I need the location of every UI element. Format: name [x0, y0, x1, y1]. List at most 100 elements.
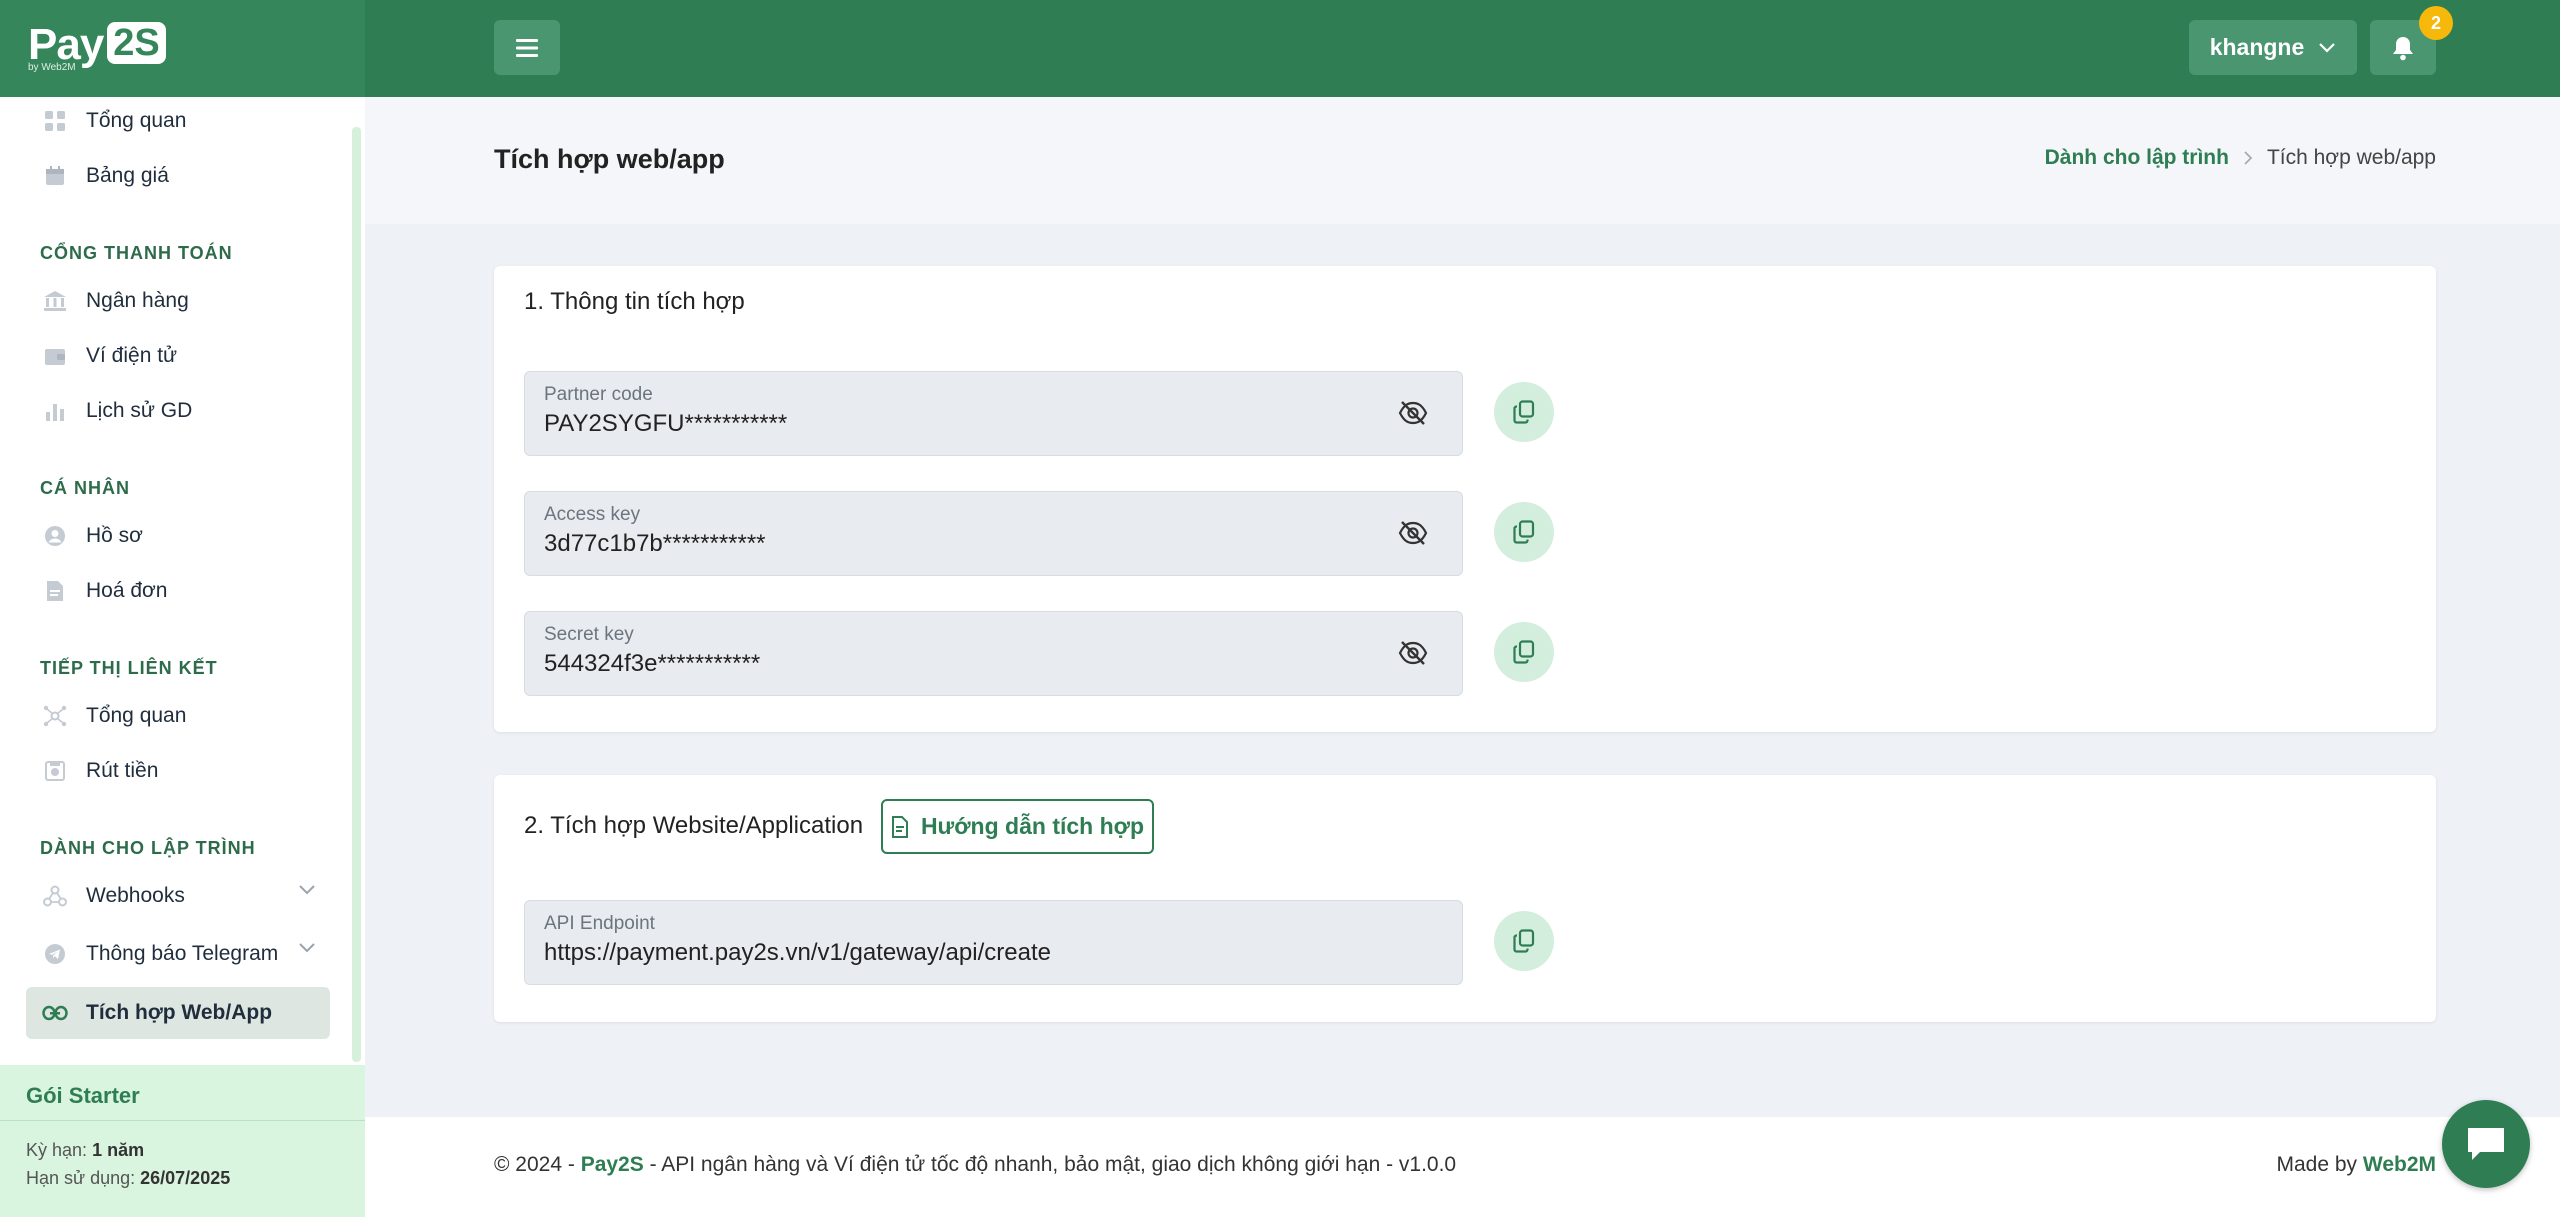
sidebar-item-ewallet[interactable]: Ví điện tử — [26, 330, 330, 382]
access-key-field[interactable]: Access key 3d77c1b7b*********** — [524, 491, 1463, 576]
sidebar-item-pricing[interactable]: Bảng giá — [26, 150, 330, 202]
sidebar-item-label: Rút tiền — [86, 759, 159, 782]
website-integration-title: 2. Tích hợp Website/Application — [524, 812, 864, 839]
footer-text: - API ngân hàng và Ví điện tử tốc độ nha… — [643, 1153, 1457, 1176]
footer-copyright: © 2024 - Pay2S - API ngân hàng và Ví điệ… — [494, 1153, 1456, 1177]
copy-icon — [1513, 640, 1535, 664]
field-label: API Endpoint — [544, 913, 655, 934]
sidebar-item-web-app-integration[interactable]: Tích hợp Web/App — [26, 987, 330, 1039]
bell-icon — [2393, 36, 2413, 60]
sidebar-item-telegram[interactable]: Thông báo Telegram — [26, 928, 330, 980]
copy-icon — [1513, 520, 1535, 544]
breadcrumb: Dành cho lập trình Tích hợp web/app — [2045, 146, 2436, 170]
sidebar-item-label: Lịch sử GD — [86, 399, 193, 422]
breadcrumb-parent-link[interactable]: Dành cho lập trình — [2045, 146, 2229, 170]
copy-api-endpoint-button[interactable] — [1494, 911, 1554, 971]
menu-toggle-button[interactable] — [494, 20, 560, 75]
plan-term: Kỳ hạn: 1 năm — [26, 1140, 144, 1161]
breadcrumb-current: Tích hợp web/app — [2266, 146, 2436, 169]
calendar-icon — [42, 163, 68, 189]
document-icon — [891, 815, 908, 838]
made-by-brand-link[interactable]: Web2M — [2363, 1153, 2436, 1176]
wallet-icon — [42, 343, 68, 369]
field-label: Secret key — [544, 624, 634, 645]
sidebar-item-profile[interactable]: Hồ sơ — [26, 510, 330, 562]
eye-off-icon[interactable] — [1398, 639, 1428, 667]
footer-made-by: Made by Web2M — [2276, 1153, 2436, 1177]
sidebar-item-label: Tích hợp Web/App — [86, 1001, 273, 1024]
footer-brand-link[interactable]: Pay2S — [581, 1153, 644, 1176]
plan-expiry-label: Hạn sử dụng: — [26, 1168, 136, 1188]
field-label: Partner code — [544, 384, 653, 405]
sidebar-scrollbar[interactable] — [352, 127, 361, 1062]
integration-guide-button[interactable]: Hướng dẫn tích hợp — [881, 799, 1154, 854]
plan-divider — [0, 1120, 365, 1121]
pay2s-logo[interactable]: Pay 2S by Web2M — [28, 22, 166, 73]
field-label: Access key — [544, 504, 641, 525]
plan-title: Gói Starter — [26, 1083, 140, 1108]
copy-partner-code-button[interactable] — [1494, 382, 1554, 442]
chat-icon — [2468, 1128, 2504, 1160]
user-circle-icon — [42, 523, 68, 549]
partner-code-field[interactable]: Partner code PAY2SYGFU*********** — [524, 371, 1463, 456]
sidebar-item-label: Tổng quan — [86, 704, 187, 727]
guide-button-label: Hướng dẫn tích hợp — [920, 813, 1145, 839]
integration-info-title: 1. Thông tin tích hợp — [524, 288, 745, 315]
copy-icon — [1513, 929, 1535, 953]
logo-subtitle: by Web2M — [28, 62, 76, 73]
field-value: 544324f3e*********** — [544, 650, 761, 677]
sidebar-section-developers: DÀNH CHO LẬP TRÌNH — [40, 838, 256, 858]
integration-info-card: 1. Thông tin tích hợp Partner code PAY2S… — [494, 266, 2436, 732]
sidebar-item-label: Tổng quan — [86, 109, 187, 132]
sidebar-item-label: Bảng giá — [86, 164, 169, 187]
field-value: 3d77c1b7b*********** — [544, 530, 766, 557]
chevron-down-icon — [299, 943, 315, 953]
api-endpoint-field[interactable]: API Endpoint https://payment.pay2s.vn/v1… — [524, 900, 1463, 985]
page-title: Tích hợp web/app — [494, 144, 725, 174]
sidebar-section-personal: CÁ NHÂN — [40, 478, 130, 498]
user-menu-button[interactable]: khangne — [2189, 20, 2357, 75]
chat-widget-button[interactable] — [2442, 1100, 2530, 1188]
sidebar-item-webhooks[interactable]: Webhooks — [26, 870, 330, 922]
sidebar-item-label: Ngân hàng — [86, 289, 189, 312]
username: khangne — [2209, 34, 2305, 60]
chevron-down-icon — [299, 885, 315, 895]
notification-badge: 2 — [2419, 6, 2453, 40]
sidebar-section-affiliate: TIẾP THỊ LIÊN KẾT — [40, 658, 218, 678]
chevron-right-icon — [2244, 151, 2253, 165]
plan-expiry: Hạn sử dụng: 26/07/2025 — [26, 1168, 230, 1189]
sidebar-item-withdraw[interactable]: Rút tiền — [26, 745, 330, 797]
telegram-icon — [42, 941, 68, 967]
sidebar-item-invoices[interactable]: Hoá đơn — [26, 565, 330, 617]
hamburger-icon — [516, 38, 538, 57]
plan-term-label: Kỳ hạn: — [26, 1140, 88, 1160]
link-icon — [42, 1000, 68, 1026]
secret-key-field[interactable]: Secret key 544324f3e*********** — [524, 611, 1463, 696]
plan-box: Gói Starter Kỳ hạn: 1 năm Hạn sử dụng: 2… — [0, 1065, 365, 1217]
plan-term-value: 1 năm — [92, 1140, 145, 1160]
top-bar — [0, 0, 2560, 97]
webhook-icon — [42, 883, 68, 909]
logo-2s-text: 2S — [107, 22, 166, 64]
chevron-down-icon — [2319, 42, 2336, 53]
sidebar-item-label: Ví điện tử — [86, 344, 178, 367]
copy-secret-key-button[interactable] — [1494, 622, 1554, 682]
copy-icon — [1513, 400, 1535, 424]
grid-icon — [42, 108, 68, 134]
eye-off-icon[interactable] — [1398, 519, 1428, 547]
made-by-label: Made by — [2276, 1153, 2363, 1176]
sidebar-item-bank[interactable]: Ngân hàng — [26, 275, 330, 327]
sidebar — [0, 97, 365, 1217]
sidebar-item-label: Hồ sơ — [86, 524, 143, 547]
withdraw-icon — [42, 758, 68, 784]
bank-icon — [42, 288, 68, 314]
brand-area: Pay 2S by Web2M — [0, 0, 365, 97]
eye-off-icon[interactable] — [1398, 399, 1428, 427]
footer-prefix: © 2024 - — [494, 1153, 581, 1176]
sidebar-item-overview[interactable]: Tổng quan — [26, 95, 330, 147]
copy-access-key-button[interactable] — [1494, 502, 1554, 562]
sidebar-section-payment-gateway: CỔNG THANH TOÁN — [40, 243, 233, 263]
plan-expiry-value: 26/07/2025 — [140, 1168, 231, 1188]
sidebar-item-transaction-history[interactable]: Lịch sử GD — [26, 385, 330, 437]
sidebar-item-affiliate-overview[interactable]: Tổng quan — [26, 690, 330, 742]
